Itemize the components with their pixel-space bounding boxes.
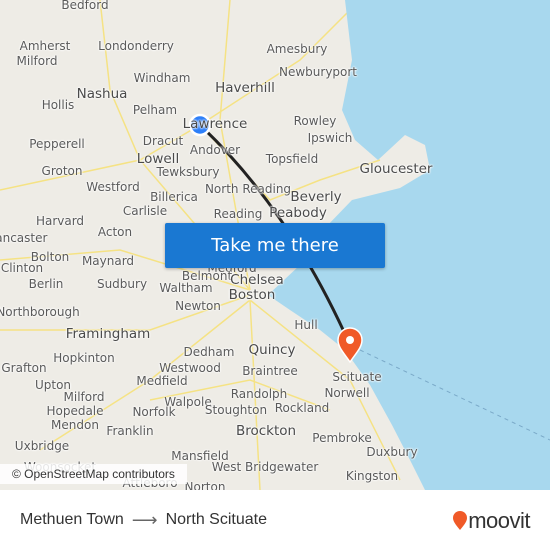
place-label: Mendon (51, 418, 99, 432)
moovit-pin-icon (453, 511, 468, 530)
place-label: Pembroke (312, 431, 372, 445)
take-me-there-button[interactable]: Take me there (165, 223, 385, 268)
place-label: Waltham (159, 281, 213, 295)
place-label: Scituate (332, 370, 382, 384)
place-label: Hull (294, 318, 318, 332)
place-label: Westford (86, 180, 140, 194)
place-label: Dedham (183, 345, 235, 359)
place-label: Peabody (269, 205, 327, 221)
place-label: Sudbury (96, 277, 148, 291)
place-label: Rockland (274, 401, 330, 415)
place-label: Acton (97, 225, 133, 239)
place-label: Rowley (293, 114, 337, 128)
place-label: Topsfield (265, 152, 319, 166)
place-label: Westwood (159, 361, 221, 375)
place-label: Maynard (81, 254, 135, 268)
place-label: Lawrence (182, 116, 248, 132)
place-label: Medfield (136, 374, 188, 388)
place-label: Lancaster (0, 231, 48, 245)
place-label: Norfolk (132, 405, 176, 419)
place-label: North Reading (204, 182, 292, 196)
place-label: Milford (16, 54, 58, 68)
place-label: Chelsea (230, 272, 284, 288)
place-label: Hopkinton (53, 351, 115, 365)
place-label: Billerica (150, 190, 198, 204)
place-label: Gloucester (359, 161, 433, 177)
place-label: Newburyport (278, 65, 358, 79)
place-label: Grafton (1, 361, 47, 375)
place-label: Berlin (28, 277, 64, 291)
route-title: Methuen Town ⟶ North Scituate (20, 510, 267, 531)
place-label: Franklin (106, 424, 154, 438)
place-label: Dracut (142, 134, 184, 148)
osm-attribution[interactable]: © OpenStreetMap contributors (0, 464, 187, 484)
place-label: Framingham (65, 326, 151, 342)
place-label: Londonderry (98, 39, 174, 53)
place-label: Duxbury (366, 445, 418, 459)
place-label: Beverly (290, 189, 342, 205)
place-label: Boston (228, 287, 276, 303)
place-label: Kingston (345, 469, 399, 483)
place-label: Carlisle (122, 204, 168, 218)
moovit-logo: moovit (452, 508, 530, 534)
place-label: Stoughton (204, 403, 268, 417)
place-label: Quincy (248, 342, 296, 358)
place-label: Norton (184, 480, 226, 490)
map[interactable]: Bedford Amherst Milford Londonderry Windham N… (0, 0, 550, 490)
place-label: Newton (175, 299, 221, 313)
place-label: Groton (41, 164, 83, 178)
place-label: Amesbury (266, 42, 328, 56)
place-label: Ipswich (307, 131, 353, 145)
destination-name: North Scituate (165, 511, 267, 528)
place-label: Brockton (235, 423, 297, 439)
place-label: West Bridgewater (211, 460, 319, 474)
arrow-right-icon: ⟶ (131, 509, 158, 530)
origin-name: Methuen Town (20, 511, 124, 528)
place-label: Milford (63, 390, 105, 404)
place-label: Reading (213, 207, 263, 221)
place-label: Nashua (76, 86, 128, 102)
place-label: Andover (189, 143, 241, 157)
place-label: Uxbridge (14, 439, 70, 453)
place-label: Randolph (230, 387, 288, 401)
footer: Methuen Town ⟶ North Scituate moovit (0, 490, 550, 550)
place-label: Norwell (324, 386, 370, 400)
place-label: Hopedale (46, 404, 104, 418)
place-label: Bedford (61, 0, 109, 12)
place-label: Pepperell (29, 137, 85, 151)
place-label: Clinton (0, 261, 44, 275)
place-label: Amherst (19, 39, 71, 53)
place-label: Braintree (242, 364, 298, 378)
place-label: Pelham (132, 103, 178, 117)
place-label: Tewksbury (156, 165, 220, 179)
place-label: Haverhill (215, 80, 275, 96)
place-label: Northborough (0, 305, 80, 319)
place-label: Hollis (41, 98, 75, 112)
place-label: Windham (133, 71, 191, 85)
place-label: Harvard (35, 214, 85, 228)
